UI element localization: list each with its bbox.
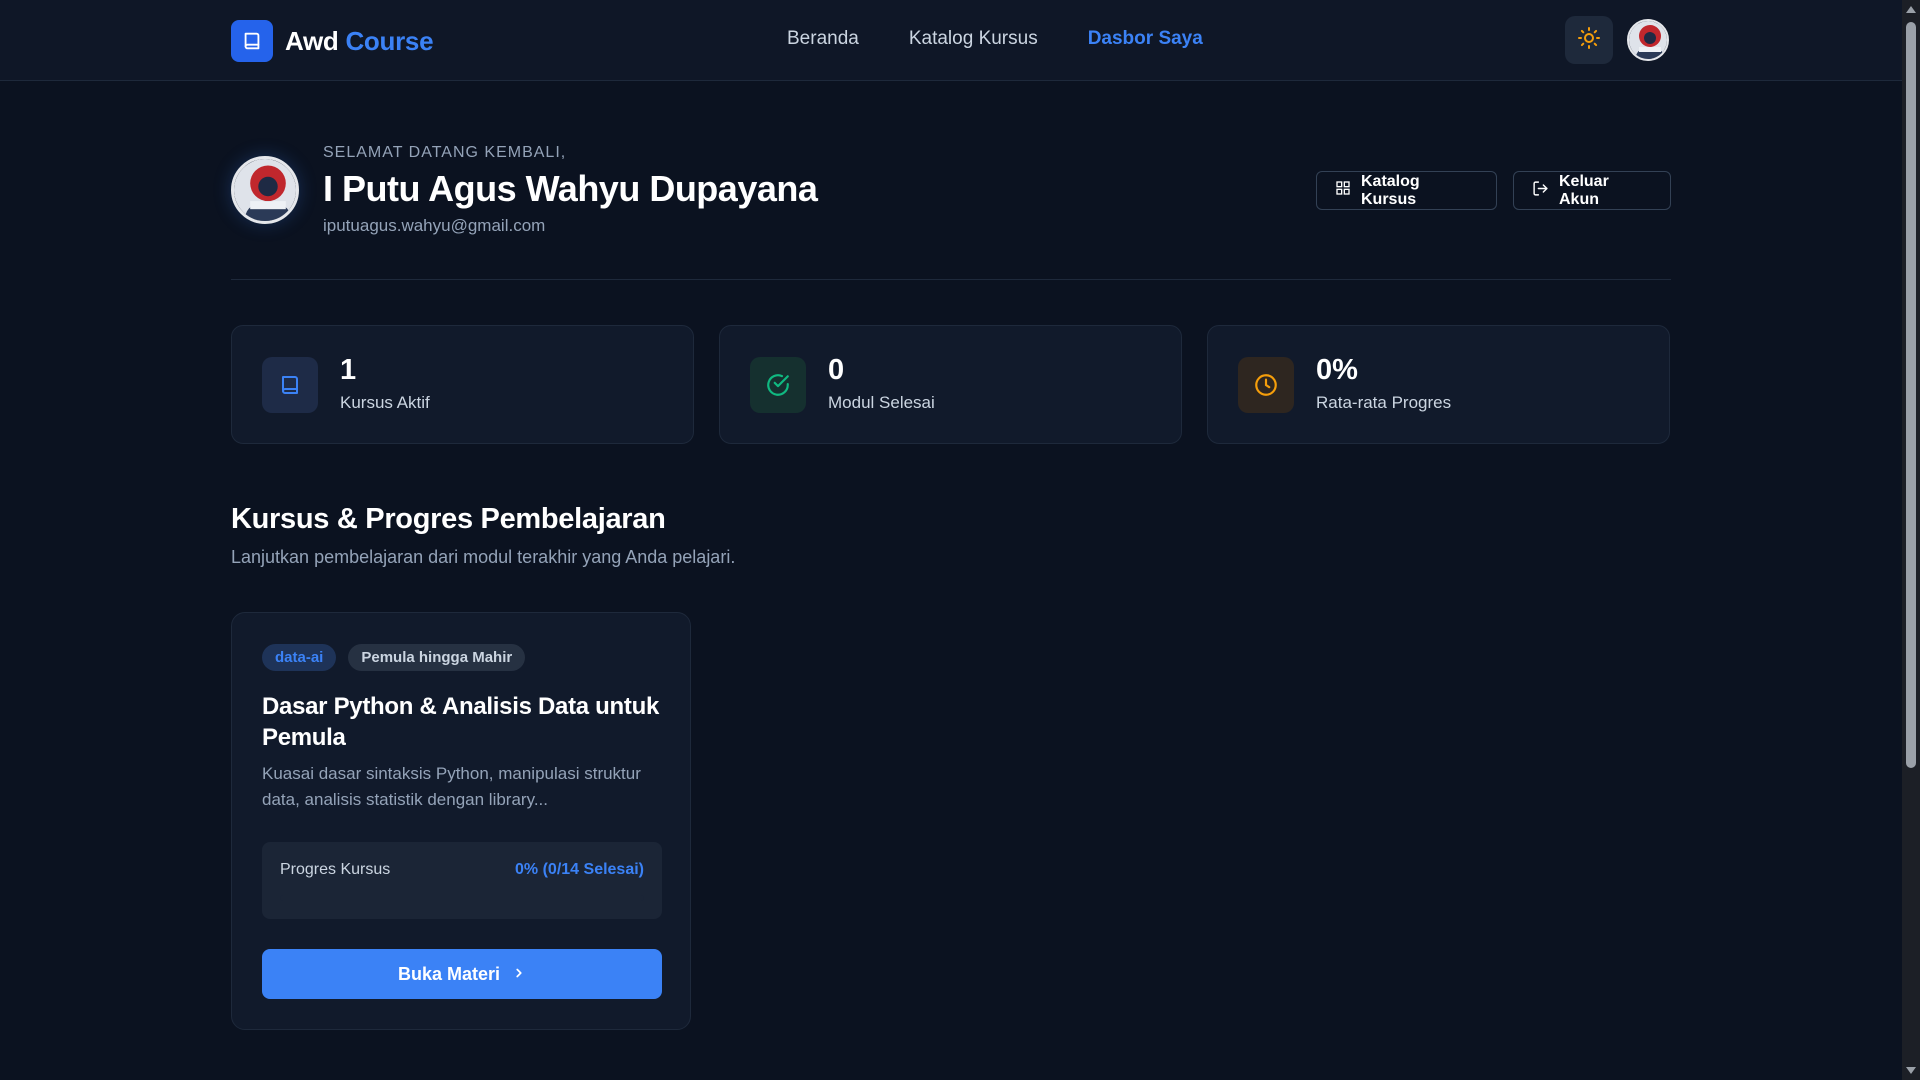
stat-label: Kursus Aktif [340,393,430,412]
grid-icon [1335,180,1351,201]
level-badge: Pemula hingga Mahir [348,644,526,671]
brand-name: Awd Course [285,25,434,57]
logout-button[interactable]: Keluar Akun [1513,171,1671,210]
page-scrollbar[interactable] [1902,0,1920,1080]
nav-link-beranda[interactable]: Beranda [787,28,859,50]
catalog-button-label: Katalog Kursus [1361,172,1420,208]
welcome-text: SELAMAT DATANG KEMBALI, [323,144,567,161]
open-material-button-label: Buka Materi [397,963,501,984]
open-material-button[interactable]: Buka Materi [262,949,662,999]
book-icon [262,357,318,413]
logout-icon [1532,180,1549,202]
progress-value: 0% (0/14 Selesai) [515,861,644,878]
stat-label: Rata-rata Progres [1316,393,1452,412]
stat-card-completed-modules: 0 Modul Selesai [719,325,1182,444]
scroll-up-arrow-icon[interactable] [1906,6,1916,13]
clock-icon [1238,357,1294,413]
check-circle-icon [750,357,806,413]
stat-value: 0 [828,354,845,386]
category-badge: data-ai [262,644,337,671]
course-tags: data-ai Pemula hingga Mahir [262,644,526,671]
nav-links: Beranda Katalog Kursus Dasbor Saya [787,28,1203,50]
brand-name-part-2: Course [345,25,434,56]
course-card: data-ai Pemula hingga Mahir Dasar Python… [231,612,691,1030]
course-progress: Progres Kursus 0% (0/14 Selesai) [262,842,662,919]
user-avatar[interactable] [1627,19,1669,61]
user-name: I Putu Agus Wahyu Dupayana [323,168,818,209]
header-divider [231,279,1671,280]
scroll-down-arrow-icon[interactable] [1906,1067,1916,1074]
stat-card-average-progress: 0% Rata-rata Progres [1207,325,1670,444]
stat-value: 0% [1316,354,1358,386]
stat-card-active-courses: 1 Kursus Aktif [231,325,694,444]
chevron-right-icon [512,964,526,985]
brand[interactable]: Awd Course [231,20,434,62]
course-description: Kuasai dasar sintaksis Python, manipulas… [262,764,641,809]
user-email: iputuagus.wahyu@gmail.com [323,216,546,235]
brand-name-part-1: Awd [285,25,339,56]
profile-avatar [231,156,299,224]
nav-link-katalog-kursus[interactable]: Katalog Kursus [909,28,1038,50]
catalog-button[interactable]: Katalog Kursus [1316,171,1497,210]
section-title: Kursus & Progres Pembelajaran [231,503,666,535]
course-title: Dasar Python & Analisis Data untuk Pemul… [262,693,660,751]
nav-link-dasbor-saya[interactable]: Dasbor Saya [1088,28,1203,50]
stat-value: 1 [340,354,357,386]
logout-button-label: Keluar Akun [1559,172,1609,208]
top-navbar: Awd Course Beranda Katalog Kursus Dasbor… [0,0,1902,81]
scrollbar-thumb[interactable] [1906,22,1916,768]
progress-bar [280,895,644,901]
section-subtitle: Lanjutkan pembelajaran dari modul terakh… [231,547,736,567]
sun-icon [1577,26,1601,55]
progress-label: Progres Kursus [280,861,391,878]
book-icon [231,20,273,62]
stat-label: Modul Selesai [828,393,935,412]
theme-toggle-button[interactable] [1565,16,1613,64]
